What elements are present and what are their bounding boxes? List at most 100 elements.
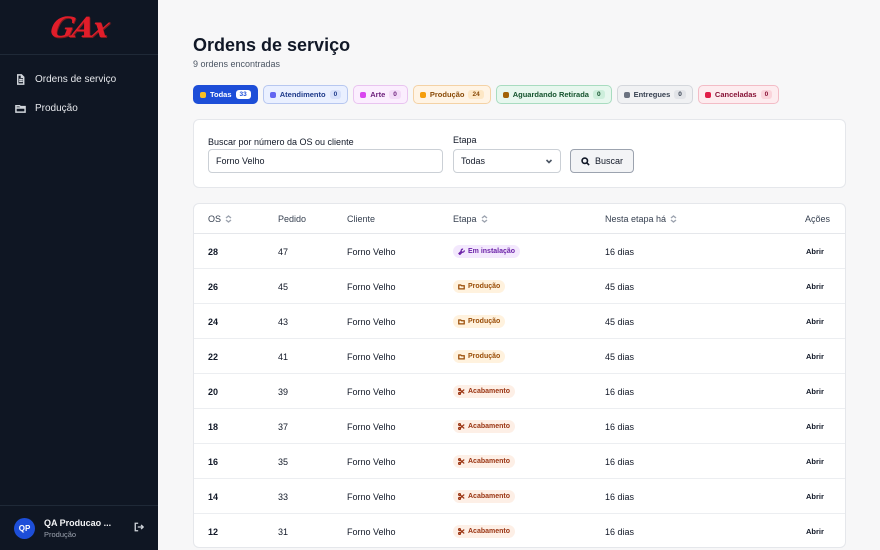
open-button[interactable]: Abrir xyxy=(806,317,824,326)
user-role: Produção xyxy=(44,529,77,539)
table-row: 14 33 Forno Velho Acabamento 16 dias Abrir xyxy=(194,479,845,514)
cell-acoes: Abrir xyxy=(806,514,824,547)
cell-pedido: 31 xyxy=(278,526,289,537)
column-os-label: OS xyxy=(208,213,222,224)
stage-badge: Acabamento xyxy=(453,455,516,468)
cell-cliente: Forno Velho xyxy=(347,316,396,327)
cell-pedido: 35 xyxy=(278,456,289,467)
column-etapa[interactable]: Etapa xyxy=(453,214,488,224)
open-button[interactable]: Abrir xyxy=(806,527,824,536)
logo[interactable]: GAx xyxy=(0,0,158,55)
main-content: Ordens de serviço 9 ordens encontradas T… xyxy=(158,0,880,550)
cell-os: 26 xyxy=(208,281,219,292)
cell-os: 20 xyxy=(208,386,219,397)
chip-atendimento[interactable]: Atendimento 0 xyxy=(262,85,349,104)
orders-table: OS Pedido Cliente Etapa Nesta etapa há A… xyxy=(193,203,846,548)
chip-count: 0 xyxy=(760,90,773,99)
cell-pedido: 37 xyxy=(278,421,289,432)
open-button[interactable]: Abrir xyxy=(806,387,824,396)
stage-badge-label: Produção xyxy=(468,283,501,290)
cell-pedido: 41 xyxy=(278,351,289,362)
search-button-label: Buscar xyxy=(594,156,623,166)
cell-acoes: Abrir xyxy=(806,444,824,479)
chip-produ-o[interactable]: Produção 24 xyxy=(412,85,491,104)
sidebar-item-ordens[interactable]: Ordens de serviço xyxy=(0,65,158,94)
column-nesta-etapa[interactable]: Nesta etapa há xyxy=(605,214,677,224)
chip-canceladas[interactable]: Canceladas 0 xyxy=(697,85,780,104)
chip-aguardando-retirada[interactable]: Aguardando Retirada 0 xyxy=(495,85,612,104)
table-row: 24 43 Forno Velho Produção 45 dias Abrir xyxy=(194,304,845,339)
sidebar-item-label: Ordens de serviço xyxy=(35,74,117,85)
search-input-value: Forno Velho xyxy=(216,156,265,166)
cell-os: 18 xyxy=(208,421,219,432)
chip-label: Arte xyxy=(370,90,386,99)
column-pedido: Pedido xyxy=(278,214,306,224)
chip-todas[interactable]: Todas 33 xyxy=(193,85,258,104)
column-etapa-label: Etapa xyxy=(453,213,477,224)
open-button[interactable]: Abrir xyxy=(806,422,824,431)
table-row: 16 35 Forno Velho Acabamento 16 dias Abrir xyxy=(194,444,845,479)
sort-icon xyxy=(225,214,232,223)
stage-badge-label: Acabamento xyxy=(468,493,511,500)
table-row: 22 41 Forno Velho Produção 45 dias Abrir xyxy=(194,339,845,374)
cell-acoes: Abrir xyxy=(806,339,824,374)
chip-label: Aguardando Retirada xyxy=(512,90,589,99)
stage-badge: Em instalação xyxy=(453,245,521,258)
stage-select[interactable]: Todas xyxy=(453,149,561,173)
table-row: 28 47 Forno Velho Em instalação 16 dias Abrir xyxy=(194,234,845,269)
search-input[interactable]: Forno Velho xyxy=(208,149,443,173)
chip-count: 0 xyxy=(674,90,686,99)
chip-label: Atendimento xyxy=(279,90,326,99)
cell-cliente: Forno Velho xyxy=(347,526,396,537)
table-row: 18 37 Forno Velho Acabamento 16 dias Abrir xyxy=(194,409,845,444)
cell-pedido: 39 xyxy=(278,386,289,397)
cell-os: 22 xyxy=(208,351,219,362)
column-os[interactable]: OS xyxy=(208,214,232,224)
chip-label: Entregues xyxy=(633,90,671,99)
filter-panel: Buscar por número da OS ou cliente Forno… xyxy=(193,119,846,188)
column-acoes: Ações xyxy=(805,214,830,224)
column-acoes-label: Ações xyxy=(805,213,831,224)
folder-icon xyxy=(458,319,465,325)
logo-text: GAx xyxy=(47,10,111,44)
stage-badge-label: Acabamento xyxy=(468,388,511,395)
logout-icon xyxy=(134,522,145,532)
open-button[interactable]: Abrir xyxy=(806,352,824,361)
open-button[interactable]: Abrir xyxy=(806,457,824,466)
chip-entregues[interactable]: Entregues 0 xyxy=(616,85,693,104)
search-button[interactable]: Buscar xyxy=(570,149,634,173)
stage-badge-label: Em instalação xyxy=(468,248,516,255)
results-count: 9 ordens encontradas xyxy=(193,59,281,69)
cell-etapa: Produção xyxy=(453,339,506,374)
document-icon xyxy=(17,74,25,85)
table-row: 12 31 Forno Velho Acabamento 16 dias Abrir xyxy=(194,514,845,547)
table-row: 20 39 Forno Velho Acabamento 16 dias Abrir xyxy=(194,374,845,409)
cell-cliente: Forno Velho xyxy=(347,281,396,292)
cell-nesta-etapa: 16 dias xyxy=(605,491,635,502)
cell-os: 28 xyxy=(208,246,219,257)
cell-etapa: Acabamento xyxy=(453,374,516,409)
user-panel: QP QA Producao ... Produção xyxy=(0,505,158,550)
cell-etapa: Acabamento xyxy=(453,514,516,547)
chip-dot-icon xyxy=(623,91,630,98)
chip-arte[interactable]: Arte 0 xyxy=(353,85,408,104)
cell-acoes: Abrir xyxy=(806,479,824,514)
chip-label: Produção xyxy=(429,90,465,99)
logout-button[interactable] xyxy=(134,519,145,537)
chip-count: 0 xyxy=(389,90,401,99)
stage-badge: Produção xyxy=(453,315,506,328)
cell-nesta-etapa: 16 dias xyxy=(605,526,635,537)
open-button[interactable]: Abrir xyxy=(806,282,824,291)
user-info: QA Producao ... Produção xyxy=(44,518,125,539)
open-button[interactable]: Abrir xyxy=(806,492,824,501)
avatar[interactable]: QP xyxy=(14,517,35,539)
table-header: OS Pedido Cliente Etapa Nesta etapa há A… xyxy=(194,204,845,234)
sidebar-item-producao[interactable]: Produção xyxy=(0,94,158,123)
open-button[interactable]: Abrir xyxy=(806,247,824,256)
stage-badge: Produção xyxy=(453,280,506,293)
cell-cliente: Forno Velho xyxy=(347,421,396,432)
sort-icon xyxy=(670,214,677,223)
sidebar-item-label: Produção xyxy=(35,103,78,114)
table-row: 26 45 Forno Velho Produção 45 dias Abrir xyxy=(194,269,845,304)
cell-nesta-etapa: 16 dias xyxy=(605,456,635,467)
